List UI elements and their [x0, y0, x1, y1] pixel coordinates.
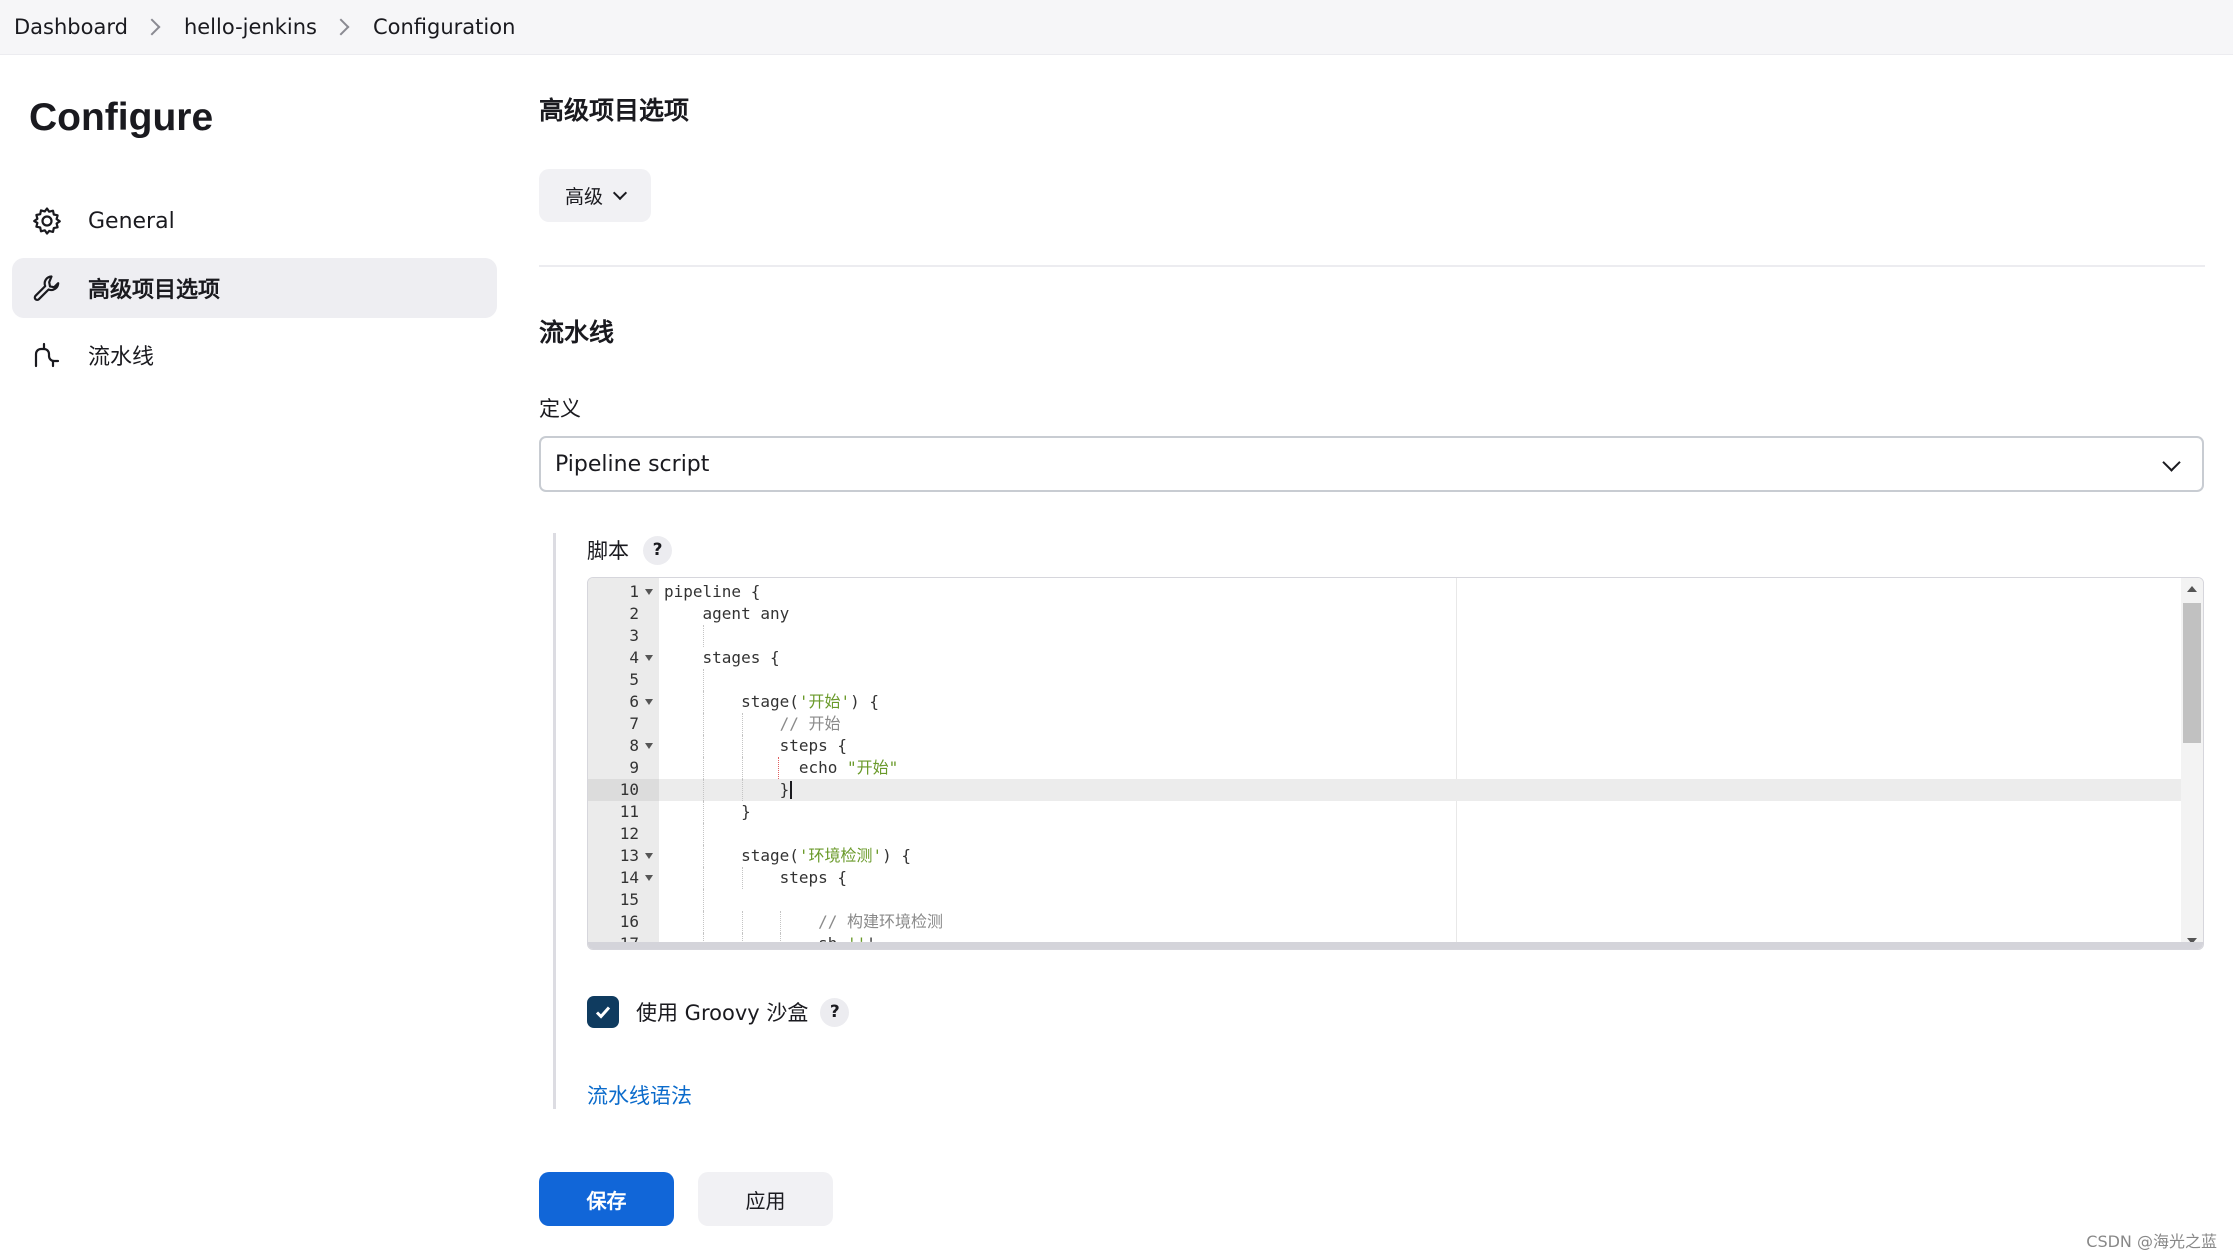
pipeline-icon	[30, 338, 64, 372]
advanced-toggle-button[interactable]: 高级	[539, 169, 651, 222]
scrollbar-thumb[interactable]	[2183, 603, 2201, 743]
wrench-icon	[30, 271, 64, 305]
section-divider	[539, 265, 2205, 267]
fold-arrow-icon[interactable]	[645, 699, 653, 705]
code-text: }	[664, 802, 751, 821]
chevron-down-icon	[612, 185, 628, 200]
code-text: pipeline {	[664, 582, 761, 601]
advanced-button-label: 高级	[564, 186, 603, 208]
code-text: steps {	[664, 736, 848, 755]
code-text: stages {	[664, 648, 780, 667]
definition-select[interactable]: Pipeline script	[539, 436, 2204, 492]
indent-guide	[702, 889, 704, 911]
code-line[interactable]: 2 agent any	[588, 603, 2182, 625]
editor-vertical-scrollbar[interactable]	[2181, 578, 2203, 949]
line-number: 16	[619, 912, 639, 931]
definition-label: 定义	[539, 397, 581, 421]
code-text: }	[664, 780, 790, 799]
chevron-right-icon	[332, 18, 350, 36]
code-text: steps {	[664, 868, 848, 887]
code-text: // 构建环境检测	[818, 912, 944, 931]
indent-guide	[702, 625, 704, 647]
script-help-icon[interactable]: ?	[643, 535, 672, 565]
line-number: 12	[619, 824, 639, 843]
sidebar-item-label: 流水线	[88, 345, 155, 370]
apply-button[interactable]: 应用	[698, 1172, 833, 1226]
line-number: 3	[629, 626, 639, 645]
text-cursor	[790, 781, 793, 799]
code-text: stage('环境检测') {	[664, 846, 912, 865]
fold-arrow-icon[interactable]	[645, 655, 653, 661]
code-line[interactable]: 5	[588, 669, 2182, 691]
code-text: echo "开始"	[664, 758, 899, 777]
code-line[interactable]: 7 // 开始	[588, 713, 2182, 735]
indent-guide	[702, 823, 704, 845]
code-line[interactable]: 4 stages {	[588, 647, 2182, 669]
fold-arrow-icon[interactable]	[645, 853, 653, 859]
pipeline-syntax-link[interactable]: 流水线语法	[587, 1080, 692, 1110]
line-number: 11	[619, 802, 639, 821]
page-title: Configure	[29, 96, 214, 139]
breadcrumb-project[interactable]: hello-jenkins	[184, 15, 317, 39]
line-number: 5	[629, 670, 639, 689]
code-line[interactable]: 3	[588, 625, 2182, 647]
chevron-down-icon	[2162, 453, 2181, 472]
sandbox-row: 使用 Groovy 沙盒 ?	[587, 996, 850, 1028]
breadcrumb: Dashboard hello-jenkins Configuration	[0, 0, 2233, 55]
line-number: 2	[629, 604, 639, 623]
sandbox-help-icon[interactable]: ?	[820, 997, 850, 1027]
sidebar-item-general[interactable]: General	[12, 191, 497, 251]
code-line[interactable]: 1 pipeline {	[588, 581, 2182, 603]
line-number: 9	[629, 758, 639, 777]
sandbox-label: 使用 Groovy 沙盒	[636, 1001, 809, 1025]
scroll-up-icon[interactable]	[2187, 586, 2197, 592]
section-title-pipeline: 流水线	[539, 318, 615, 347]
fold-arrow-icon[interactable]	[645, 875, 653, 881]
script-label-row: 脚本 ?	[587, 535, 672, 565]
breadcrumb-configuration[interactable]: Configuration	[373, 15, 515, 39]
sidebar-item-pipeline[interactable]: 流水线	[12, 325, 497, 385]
line-number: 15	[619, 890, 639, 909]
script-editor[interactable]: 1 pipeline {2 agent any 3 4 stages {5 6 stag…	[587, 577, 2204, 950]
save-button[interactable]: 保存	[539, 1172, 674, 1226]
code-line[interactable]: 13 stage('环境检测') {	[588, 845, 2182, 867]
gear-icon	[30, 204, 64, 238]
sandbox-checkbox[interactable]	[587, 996, 619, 1028]
script-label: 脚本	[587, 539, 629, 563]
indent-guide	[702, 669, 704, 691]
code-text: agent any	[664, 604, 790, 623]
code-lines: 1 pipeline {2 agent any 3 4 stages {5 6 stag…	[588, 581, 2182, 949]
code-line[interactable]: 8 steps {	[588, 735, 2182, 757]
code-line[interactable]: 11 }	[588, 801, 2182, 823]
code-line[interactable]: 9 echo "开始"	[588, 757, 2182, 779]
sidebar-item-label: 高级项目选项	[88, 278, 221, 303]
code-line[interactable]: 15	[588, 889, 2182, 911]
chevron-right-icon	[143, 18, 161, 36]
code-text: stage('开始') {	[664, 692, 880, 711]
line-number: 7	[629, 714, 639, 733]
watermark: CSDN @海光之蓝	[2086, 1232, 2217, 1251]
sidebar-item-label: General	[88, 208, 175, 234]
code-line[interactable]: 6 stage('开始') {	[588, 691, 2182, 713]
bracket-match-marker	[778, 757, 780, 779]
code-line[interactable]: 14 steps {	[588, 867, 2182, 889]
fold-arrow-icon[interactable]	[645, 743, 653, 749]
section-title-advanced: 高级项目选项	[539, 96, 690, 125]
code-line[interactable]: 10 }	[588, 779, 2182, 801]
code-line[interactable]: 16 // 构建环境检测	[588, 911, 2182, 933]
line-number: 10	[588, 779, 659, 801]
code-text: // 开始	[779, 714, 841, 733]
editor-horizontal-scrollbar[interactable]	[588, 942, 2203, 949]
fold-arrow-icon[interactable]	[645, 589, 653, 595]
definition-select-value: Pipeline script	[555, 451, 710, 477]
sidebar-item-advanced[interactable]: 高级项目选项	[12, 258, 497, 318]
nested-section-bar	[553, 533, 556, 1109]
checkmark-icon	[595, 1006, 611, 1019]
breadcrumb-dashboard[interactable]: Dashboard	[14, 15, 128, 39]
code-line[interactable]: 12	[588, 823, 2182, 845]
